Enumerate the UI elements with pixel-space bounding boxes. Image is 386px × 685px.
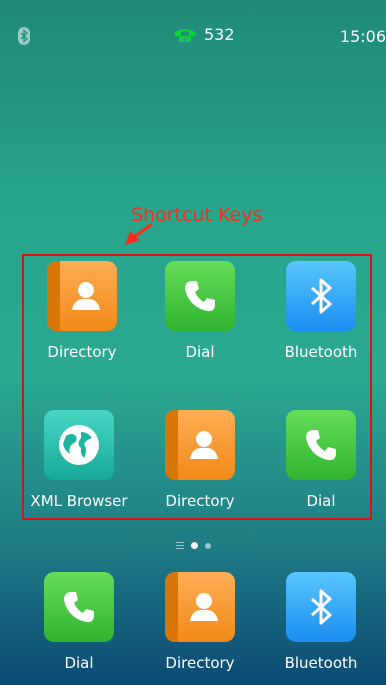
shortcut-label: Directory xyxy=(165,492,235,510)
shortcut-label: Bluetooth xyxy=(284,343,358,361)
shortcut-directory[interactable]: Directory xyxy=(22,261,142,361)
bluetooth-icon xyxy=(286,261,356,331)
shortcut-dial[interactable]: Dial xyxy=(140,261,260,361)
shortcut-label: XML Browser xyxy=(30,492,128,510)
globe-icon xyxy=(44,410,114,480)
page-dot xyxy=(205,542,211,549)
shortcut-bluetooth[interactable]: Bluetooth xyxy=(261,261,381,361)
page-list-icon xyxy=(176,542,184,549)
dial-icon xyxy=(44,572,114,642)
bluetooth-icon xyxy=(286,572,356,642)
shortcut-dial-2[interactable]: Dial xyxy=(261,410,381,510)
dock-label: Dial xyxy=(64,654,94,672)
dock-dial[interactable]: Dial xyxy=(19,572,139,672)
directory-icon xyxy=(47,261,117,331)
status-bar: 532 15:06 xyxy=(0,0,386,70)
shortcut-directory-2[interactable]: Directory xyxy=(140,410,260,510)
clock: 15:06 xyxy=(339,27,386,46)
bluetooth-status-icon xyxy=(18,27,30,45)
dial-icon xyxy=(165,261,235,331)
directory-icon xyxy=(165,572,235,642)
line-status[interactable]: 532 xyxy=(172,25,235,44)
shortcut-xml-browser[interactable]: XML Browser xyxy=(19,410,139,510)
shortcut-label: Dial xyxy=(306,492,336,510)
dock-directory[interactable]: Directory xyxy=(140,572,260,672)
line-number: 532 xyxy=(204,25,235,44)
directory-icon xyxy=(165,410,235,480)
page-dot-active xyxy=(191,542,198,549)
dock-label: Directory xyxy=(165,654,235,672)
phone-handset-icon xyxy=(174,28,196,42)
dock-label: Bluetooth xyxy=(284,654,358,672)
shortcut-label: Directory xyxy=(47,343,117,361)
dial-icon xyxy=(286,410,356,480)
shortcut-label: Dial xyxy=(185,343,215,361)
dock-bluetooth[interactable]: Bluetooth xyxy=(261,572,381,672)
annotation-arrow-icon xyxy=(125,222,153,245)
page-indicator[interactable] xyxy=(176,542,211,549)
